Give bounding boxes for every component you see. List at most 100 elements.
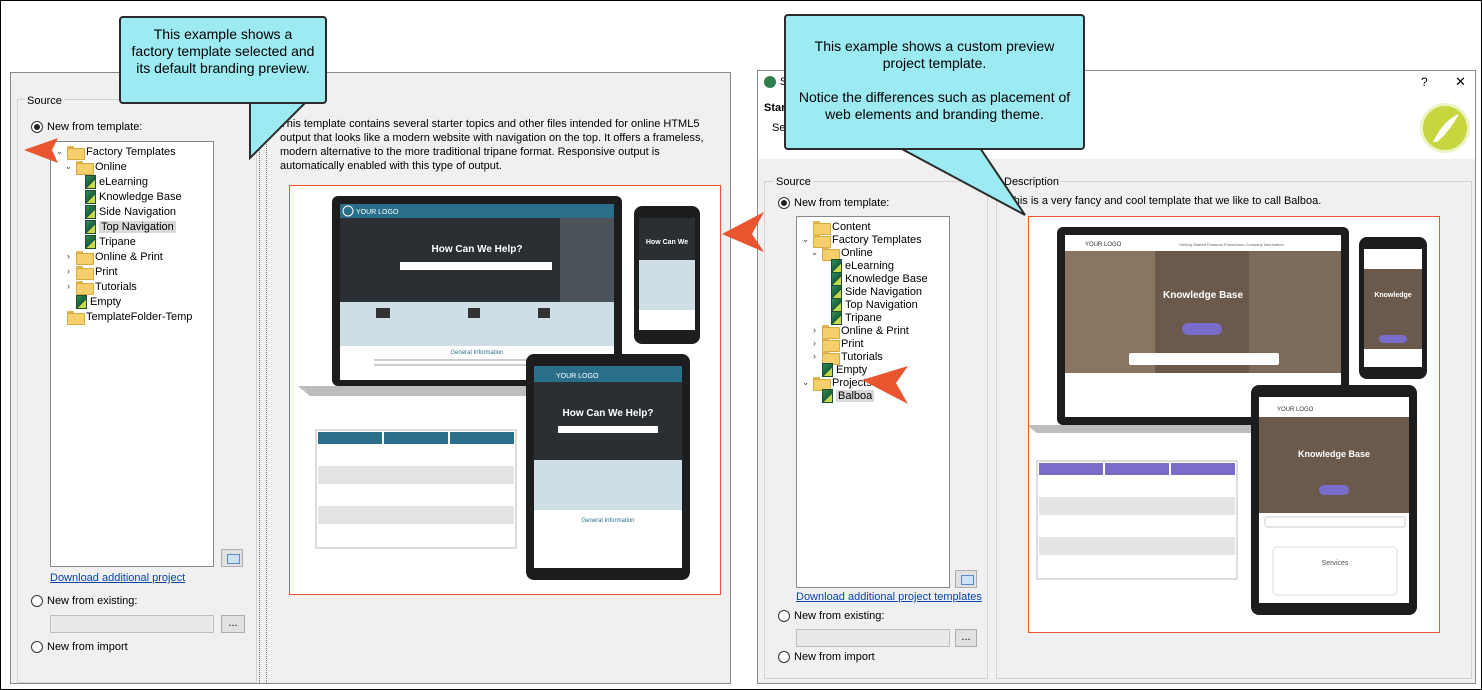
folder-icon — [76, 250, 94, 265]
brand-logo-icon — [1420, 103, 1470, 153]
chevron-right-icon[interactable]: › — [64, 282, 73, 291]
tree-item[interactable]: Empty — [64, 294, 121, 309]
radio-label: New from existing: — [47, 595, 138, 607]
left-tablet-section: General Information — [581, 518, 634, 524]
tree-item[interactable]: › Tutorials — [64, 279, 137, 295]
tree-item-label: Empty — [836, 363, 868, 376]
right-template-description: This is a very fancy and cool template t… — [1007, 195, 1322, 207]
left-radio-new-from-existing[interactable]: New from existing: — [31, 595, 137, 607]
tree-item-label: Top Navigation — [99, 220, 176, 233]
tree-item[interactable]: TemplateFolder-Temp — [55, 309, 193, 325]
folder-icon — [822, 350, 840, 365]
right-dialog: S ? ✕ Star Sel Source New from template:… — [757, 70, 1476, 684]
tree-item[interactable]: Top Navigation — [73, 219, 176, 234]
right-radio-new-from-template[interactable]: New from template: — [778, 197, 889, 209]
chevron-right-icon[interactable]: › — [810, 352, 819, 361]
chevron-down-icon[interactable]: ⌄ — [801, 378, 810, 387]
tree-item-label: Top Navigation — [845, 298, 918, 311]
tree-item-label: Projects — [832, 376, 872, 389]
tree-item-label: Factory Templates — [832, 233, 922, 246]
radio-unselected-icon — [778, 610, 790, 622]
right-laptop-logo: YOUR LOGO — [1085, 242, 1122, 248]
right-laptop-hero: Knowledge Base — [1163, 290, 1243, 301]
tree-item-label: eLearning — [99, 175, 148, 188]
right-tablet-logo: YOUR LOGO — [1277, 407, 1314, 413]
tree-item-label: Factory Templates — [86, 145, 176, 158]
tree-item-label: Tutorials — [95, 280, 137, 293]
chevron-right-icon[interactable]: › — [64, 252, 73, 261]
tree-item-label: Tutorials — [841, 350, 883, 363]
tree-item-label: Knowledge Base — [99, 190, 182, 203]
folder-icon — [67, 310, 85, 325]
chevron-down-icon[interactable]: ⌄ — [801, 235, 810, 244]
tree-item[interactable]: › Print — [64, 264, 118, 280]
tree-item[interactable]: ⌄ Online — [64, 159, 127, 175]
right-preview-mockup: YOUR LOGO Getting Started Features Proce… — [1029, 227, 1427, 615]
folder-icon — [822, 324, 840, 339]
tree-item-label: Online — [95, 160, 127, 173]
right-template-tree[interactable]: Content ⌄ Factory Templates ⌄ Online eLearnin… — [796, 216, 950, 588]
radio-label: New from existing: — [794, 610, 885, 622]
radio-unselected-icon — [31, 641, 43, 653]
tree-item[interactable]: Side Navigation — [73, 204, 176, 219]
folder-icon — [822, 246, 840, 261]
tree-item-label: Balboa — [836, 389, 875, 402]
tree-item-label: Content — [832, 220, 871, 233]
left-laptop-section: General Information — [450, 350, 503, 356]
right-radio-new-from-existing[interactable]: New from existing: — [778, 610, 884, 622]
left-existing-input[interactable] — [50, 615, 214, 633]
tree-item-label: TemplateFolder-Temp — [86, 310, 193, 323]
right-radio-new-from-import[interactable]: New from import — [778, 651, 875, 663]
chevron-right-icon[interactable]: › — [810, 326, 819, 335]
tree-item[interactable]: › Online & Print — [64, 249, 163, 265]
left-manage-templates-button[interactable] — [221, 549, 243, 567]
right-download-link[interactable]: Download additional project templates — [796, 591, 982, 603]
tree-item[interactable]: ⌄ Factory Templates — [55, 144, 176, 160]
left-source-label: Source — [25, 95, 64, 107]
folder-icon — [813, 220, 831, 235]
tree-item-label: Side Navigation — [845, 285, 923, 298]
folder-icon — [822, 337, 840, 352]
template-file-icon — [85, 189, 96, 204]
help-button[interactable]: ? — [1421, 75, 1428, 89]
chevron-right-icon[interactable]: › — [810, 339, 819, 348]
left-radio-new-from-import[interactable]: New from import — [31, 641, 128, 653]
left-splitter[interactable] — [259, 73, 267, 683]
chevron-down-icon[interactable]: ⌄ — [810, 248, 819, 257]
tree-item[interactable]: Knowledge Base — [73, 189, 182, 204]
left-preview-image: YOUR LOGO How Can We Help? General Infor… — [289, 185, 721, 595]
right-browse-button[interactable]: ... — [955, 629, 977, 647]
close-button[interactable]: ✕ — [1455, 74, 1466, 90]
template-file-icon — [76, 294, 87, 309]
tree-item[interactable]: Tripane — [73, 234, 136, 249]
left-template-tree[interactable]: ⌄ Factory Templates ⌄ Online eLearning Knowle… — [50, 141, 214, 567]
tree-item-label: Print — [95, 265, 118, 278]
right-tablet-services: Services — [1322, 560, 1349, 567]
right-manage-templates-button[interactable] — [955, 570, 977, 588]
chevron-down-icon[interactable]: ⌄ — [64, 162, 73, 171]
chevron-right-icon[interactable]: › — [64, 267, 73, 276]
chevron-down-icon[interactable]: ⌄ — [55, 147, 64, 156]
app-icon — [764, 76, 776, 88]
right-existing-input[interactable] — [796, 629, 950, 647]
left-download-link[interactable]: Download additional project — [50, 572, 185, 584]
folder-icon — [76, 265, 94, 280]
left-tablet-hero: How Can We Help? — [563, 408, 654, 419]
left-radio-new-from-template[interactable]: New from template: — [31, 121, 142, 133]
tree-item[interactable]: eLearning — [73, 174, 148, 189]
left-preview-mockup: YOUR LOGO How Can We Help? General Infor… — [298, 196, 700, 580]
tree-item[interactable]: Balboa — [810, 388, 875, 403]
left-browse-button[interactable]: ... — [221, 615, 245, 633]
left-phone-hero: How Can We — [646, 239, 688, 246]
radio-selected-icon — [778, 197, 790, 209]
tree-item-label: Tripane — [845, 311, 882, 324]
